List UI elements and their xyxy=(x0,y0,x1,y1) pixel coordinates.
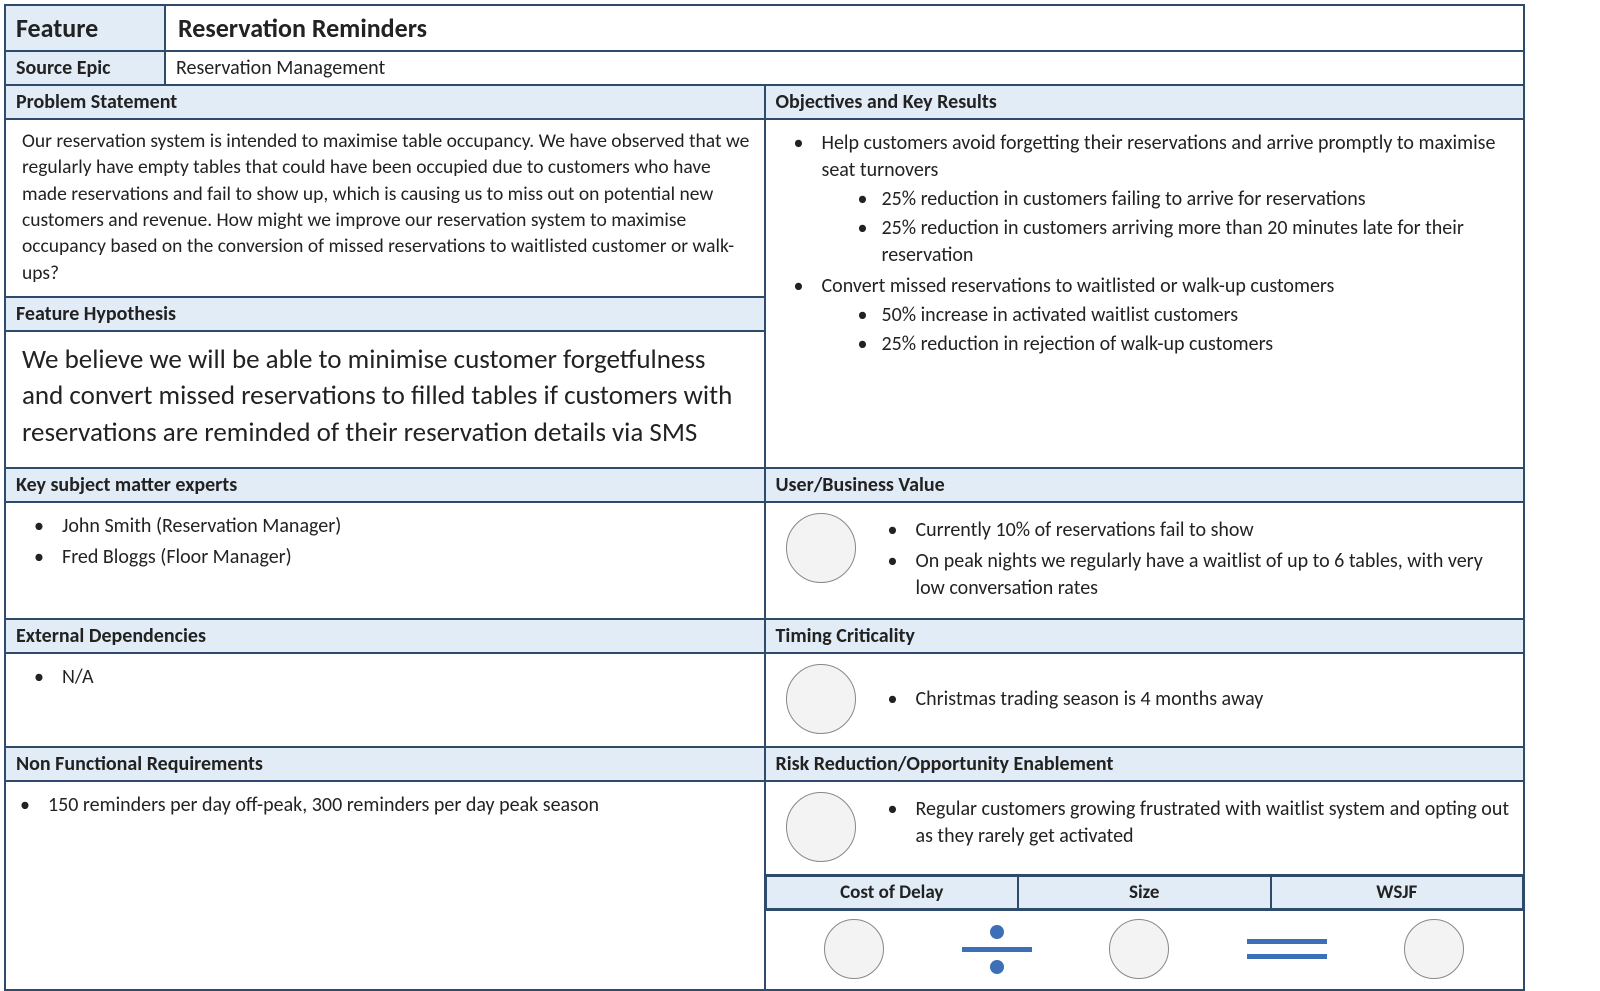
label-ubv: User/Business Value xyxy=(765,468,1525,502)
row-deps-timing: External Dependencies N/A Timing Critica… xyxy=(5,619,1524,747)
feature-card: Feature Reservation Reminders Source Epi… xyxy=(4,4,1525,991)
score-circle-ubv xyxy=(786,513,856,583)
nfr-content: 150 reminders per day off-peak, 300 remi… xyxy=(5,781,765,990)
label-wsjf: WSJF xyxy=(1271,876,1524,909)
label-cod: Cost of Delay xyxy=(766,876,1019,909)
okr-content: Help customers avoid forgetting their re… xyxy=(765,119,1525,468)
divide-icon xyxy=(962,921,1032,978)
sme-content: John Smith (Reservation Manager) Fred Bl… xyxy=(5,502,765,619)
ubv-item: Currently 10% of reservations fail to sh… xyxy=(888,517,1512,544)
label-timing: Timing Criticality xyxy=(765,619,1525,653)
label-okr: Objectives and Key Results xyxy=(765,85,1525,119)
label-feature: Feature xyxy=(5,5,165,51)
score-circle-cod xyxy=(824,919,884,979)
right-column-okr: Objectives and Key Results Help customer… xyxy=(765,85,1525,468)
deps-item: N/A xyxy=(34,664,754,691)
sme-item: Fred Bloggs (Floor Manager) xyxy=(34,544,754,571)
left-column: Problem Statement Our reservation system… xyxy=(5,85,765,468)
label-ext-deps: External Dependencies xyxy=(5,619,765,653)
label-nfr: Non Functional Requirements xyxy=(5,747,765,781)
label-risk: Risk Reduction/Opportunity Enablement xyxy=(765,747,1525,781)
label-size: Size xyxy=(1018,876,1271,909)
timing-content: Christmas trading season is 4 months awa… xyxy=(765,653,1525,747)
wsjf-header: Cost of Delay Size WSJF xyxy=(765,875,1525,910)
value-feature: Reservation Reminders xyxy=(165,5,1524,51)
ext-deps-content: N/A xyxy=(5,653,765,747)
okr-item: Help customers avoid forgetting their re… xyxy=(794,130,1514,269)
okr-subitem: 50% increase in activated waitlist custo… xyxy=(858,302,1514,329)
nfr-item: 150 reminders per day off-peak, 300 remi… xyxy=(20,792,754,819)
score-circle-wsjf xyxy=(1404,919,1464,979)
row-nfr-risk: Non Functional Requirements 150 reminder… xyxy=(5,747,1524,990)
value-source-epic: Reservation Management xyxy=(165,51,1524,85)
wsjf-formula xyxy=(765,910,1525,990)
score-circle-timing xyxy=(786,664,856,734)
ubv-content: Currently 10% of reservations fail to sh… xyxy=(765,502,1525,619)
label-sme: Key subject matter experts xyxy=(5,468,765,502)
label-problem-statement: Problem Statement xyxy=(5,85,765,119)
score-circle-size xyxy=(1109,919,1169,979)
row-feature: Feature Reservation Reminders xyxy=(5,5,1524,51)
risk-content: Regular customers growing frustrated wit… xyxy=(765,781,1525,875)
problem-statement-text: Our reservation system is intended to ma… xyxy=(5,119,765,297)
equals-icon xyxy=(1247,934,1327,964)
timing-item: Christmas trading season is 4 months awa… xyxy=(888,686,1264,713)
ubv-item: On peak nights we regularly have a waitl… xyxy=(888,548,1512,602)
main-columns: Problem Statement Our reservation system… xyxy=(5,85,1524,468)
okr-subitem: 25% reduction in customers arriving more… xyxy=(858,215,1514,269)
feature-hypothesis-text: We believe we will be able to minimise c… xyxy=(5,331,765,468)
okr-subitem: 25% reduction in rejection of walk-up cu… xyxy=(858,331,1514,358)
label-source-epic: Source Epic xyxy=(5,51,165,85)
sme-item: John Smith (Reservation Manager) xyxy=(34,513,754,540)
label-feature-hypothesis: Feature Hypothesis xyxy=(5,297,765,331)
okr-subitem: 25% reduction in customers failing to ar… xyxy=(858,186,1514,213)
okr-item: Convert missed reservations to waitliste… xyxy=(794,273,1514,358)
row-source-epic: Source Epic Reservation Management xyxy=(5,51,1524,85)
row-sme-ubv: Key subject matter experts John Smith (R… xyxy=(5,468,1524,619)
risk-item: Regular customers growing frustrated wit… xyxy=(888,796,1512,850)
score-circle-risk xyxy=(786,792,856,862)
